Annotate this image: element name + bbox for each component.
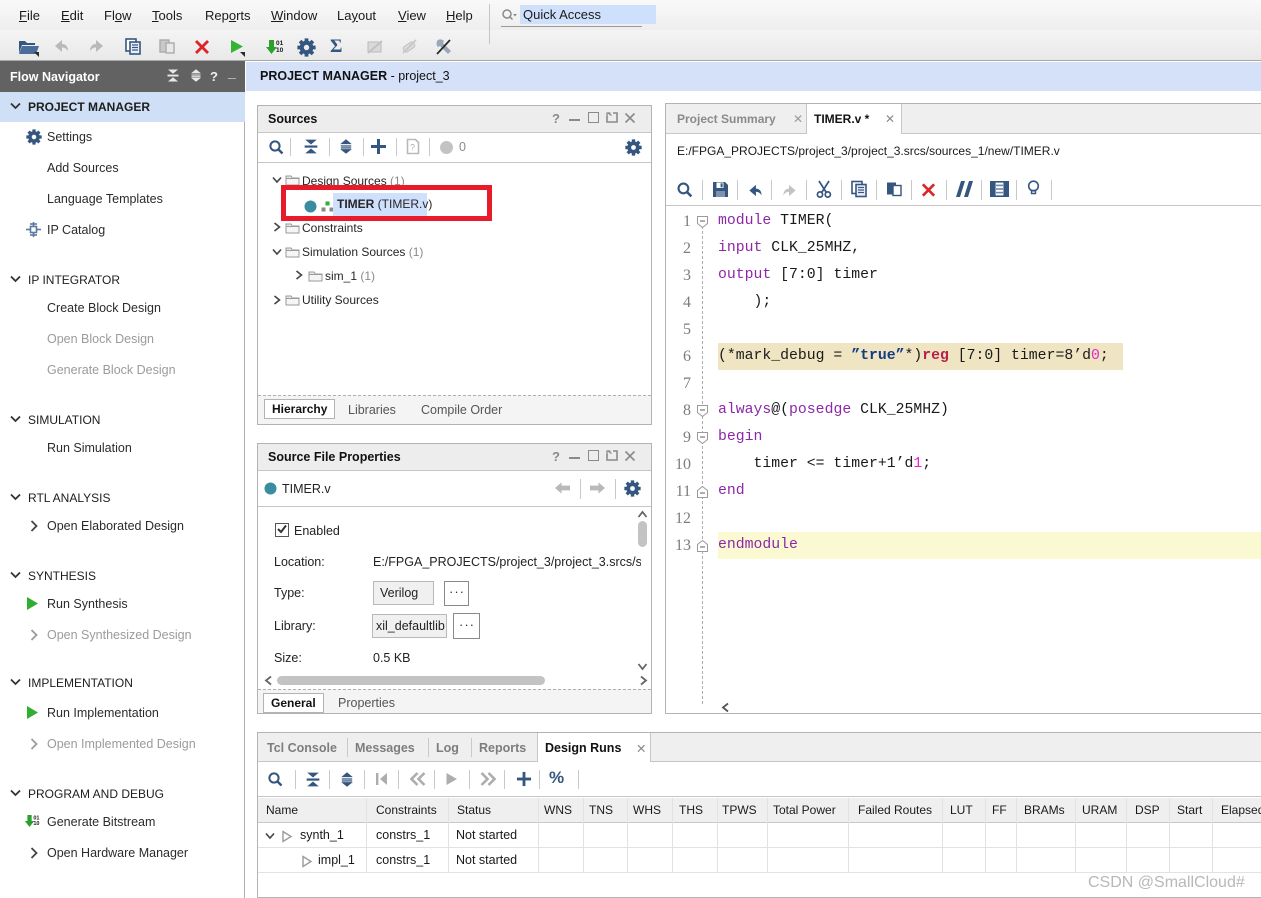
svg-text:?: ? [410,143,415,153]
svg-text:01: 01 [276,40,284,47]
svg-text:01: 01 [33,815,39,821]
svg-text:10: 10 [276,47,284,54]
svg-text:10: 10 [33,821,39,827]
